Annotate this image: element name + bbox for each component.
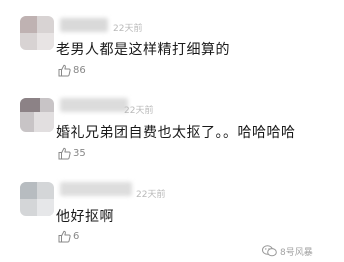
username-blurred[interactable]: [60, 182, 132, 196]
comment-item: 22天前 婚礼兄弟团自费也太抠了。。哈哈哈哈 35: [0, 85, 344, 170]
like-button[interactable]: 86: [58, 63, 86, 77]
comment-item: 22天前 老男人都是这样精打细算的 86: [0, 0, 344, 85]
thumbs-up-icon: [58, 230, 71, 243]
comment-time: 22天前: [136, 190, 166, 200]
thumbs-up-icon: [58, 64, 71, 77]
like-count: 35: [73, 147, 86, 159]
username-blurred[interactable]: [60, 18, 108, 32]
watermark-text: 8号风暴: [280, 248, 313, 258]
thumbs-up-icon: [58, 147, 71, 160]
comment-text: 老男人都是这样精打细算的: [56, 42, 230, 58]
avatar[interactable]: [20, 98, 54, 132]
avatar[interactable]: [20, 16, 54, 50]
like-button[interactable]: 6: [58, 229, 79, 243]
comment-time: 22天前: [113, 24, 143, 34]
comment-text: 他好抠啊: [56, 209, 114, 225]
comment-time: 22天前: [124, 106, 154, 116]
like-count: 6: [73, 230, 80, 242]
wechat-icon: [262, 242, 277, 261]
comment-text: 婚礼兄弟团自费也太抠了。。哈哈哈哈: [56, 125, 296, 141]
watermark: 8号风暴: [262, 242, 313, 261]
like-count: 86: [73, 64, 86, 76]
username-blurred[interactable]: [60, 98, 128, 112]
like-button[interactable]: 35: [58, 146, 86, 160]
avatar[interactable]: [20, 182, 54, 216]
